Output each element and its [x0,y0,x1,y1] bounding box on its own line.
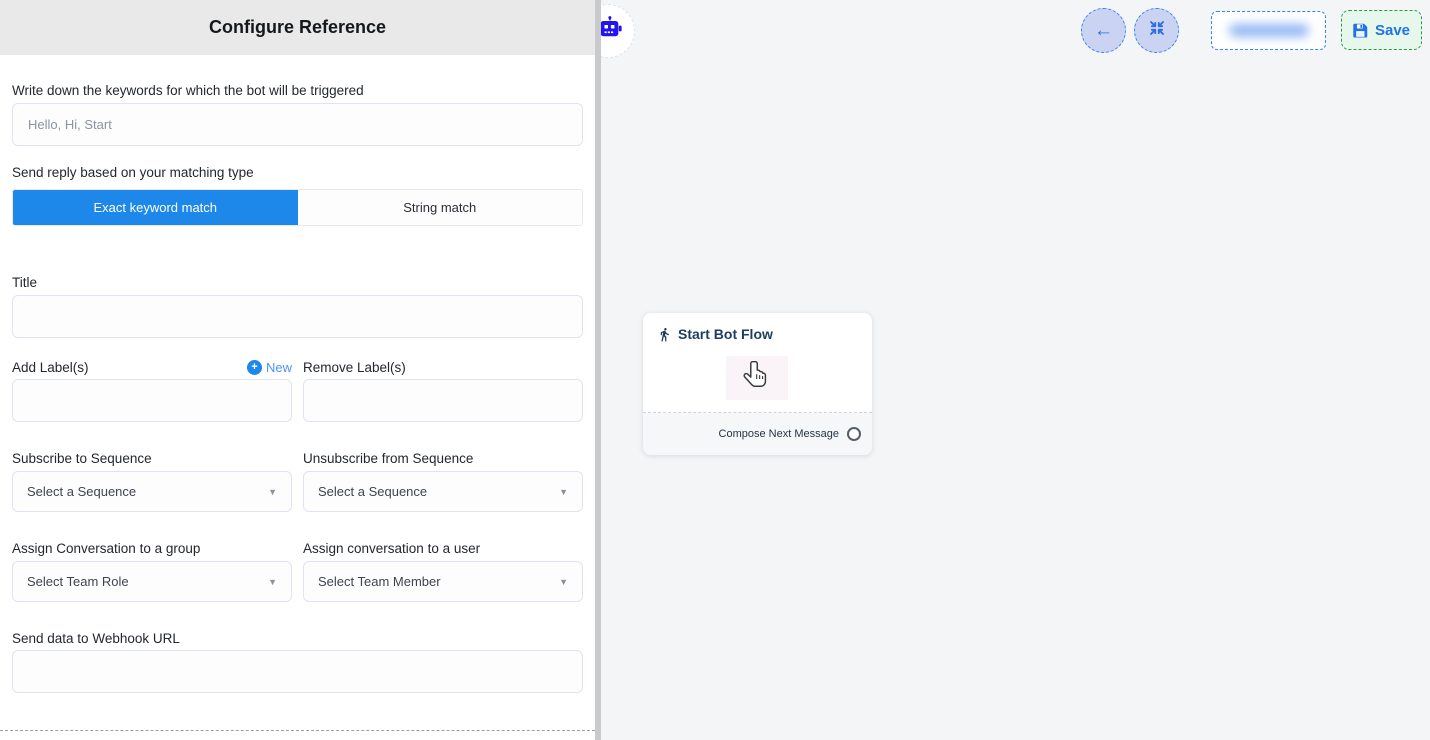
chevron-down-icon: ▼ [559,577,568,587]
assign-user-select[interactable]: Select Team Member ▼ [303,561,583,602]
webhook-input[interactable] [12,650,583,693]
compress-icon [1148,19,1166,42]
walking-person-icon [657,327,672,342]
save-icon [1353,23,1368,38]
robot-icon [598,16,623,46]
assign-group-value: Select Team Role [27,574,129,589]
matching-type-tabs: Exact keyword match String match [12,189,583,226]
unsubscribe-sequence-select[interactable]: Select a Sequence ▼ [303,471,583,512]
connection-handle[interactable] [847,427,861,441]
tab-exact-keyword-match[interactable]: Exact keyword match [13,190,298,225]
cursor-pointer-icon [742,360,770,399]
sequence-selects-row: Select a Sequence ▼ Select a Sequence ▼ [12,471,583,512]
save-button[interactable]: Save [1341,10,1422,50]
compose-next-message-label: Compose Next Message [719,428,839,440]
node-header: Start Bot Flow [643,313,872,342]
unsubscribe-sequence-value: Select a Sequence [318,484,427,499]
new-label-button[interactable]: + New [247,360,292,375]
chevron-down-icon: ▼ [268,487,277,497]
title-label: Title [12,274,583,291]
sequence-labels-row: Subscribe to Sequence Unsubscribe from S… [12,450,583,467]
subscribe-sequence-value: Select a Sequence [27,484,136,499]
save-label: Save [1375,22,1410,39]
labels-inputs-row [12,379,583,422]
keywords-input[interactable] [12,103,583,146]
panel-body: Write down the keywords for which the bo… [0,82,595,693]
add-labels-input[interactable] [12,379,292,422]
fit-view-button[interactable] [1134,8,1179,53]
remove-labels-label: Remove Label(s) [303,359,583,376]
panel-header: Configure Reference [0,0,595,55]
panel-scrollbar[interactable] [595,0,601,740]
configure-reference-panel: Configure Reference Write down the keywo… [0,0,595,740]
node-title: Start Bot Flow [678,326,773,342]
assign-group-label: Assign Conversation to a group [12,540,292,557]
back-arrow-icon: ← [1094,21,1113,40]
redacted-blur [1229,24,1309,37]
cursor-overlay [726,356,788,402]
add-labels-label: Add Label(s) [12,359,89,376]
new-label-text: New [266,360,292,375]
back-button[interactable]: ← [1081,8,1126,53]
assign-selects-row: Select Team Role ▼ Select Team Member ▼ [12,561,583,602]
chevron-down-icon: ▼ [559,487,568,497]
labels-header-row: Add Label(s) + New Remove Label(s) [12,359,583,376]
matching-type-label: Send reply based on your matching type [12,164,583,181]
title-input[interactable] [12,295,583,338]
redacted-button[interactable] [1211,11,1326,50]
subscribe-sequence-label: Subscribe to Sequence [12,450,292,467]
unsubscribe-sequence-label: Unsubscribe from Sequence [303,450,583,467]
subscribe-sequence-select[interactable]: Select a Sequence ▼ [12,471,292,512]
remove-labels-input[interactable] [303,379,583,422]
chevron-down-icon: ▼ [268,577,277,587]
assign-labels-row: Assign Conversation to a group Assign co… [12,540,583,557]
assign-user-label: Assign conversation to a user [303,540,583,557]
page-title: Configure Reference [209,17,386,38]
keywords-label: Write down the keywords for which the bo… [12,82,583,99]
tab-string-match[interactable]: String match [298,190,583,225]
assign-group-select[interactable]: Select Team Role ▼ [12,561,292,602]
bottom-dashed-divider [0,730,595,731]
node-footer: Compose Next Message [643,413,872,455]
webhook-label: Send data to Webhook URL [12,630,583,647]
assign-user-value: Select Team Member [318,574,441,589]
plus-icon: + [247,360,262,375]
